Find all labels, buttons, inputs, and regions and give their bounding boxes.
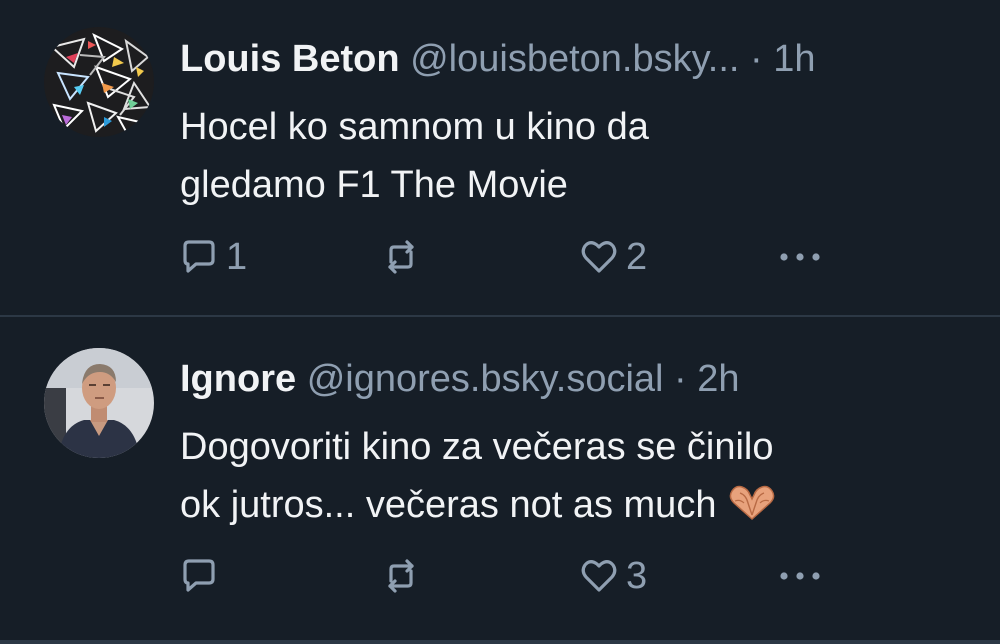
more-options-button[interactable] bbox=[776, 551, 824, 601]
like-count: 2 bbox=[626, 236, 648, 278]
avatar[interactable] bbox=[44, 27, 154, 137]
post[interactable]: Ignore @ignores.bsky.social · 2h Dogovor… bbox=[0, 317, 1000, 640]
handle[interactable]: @ignores.bsky.social bbox=[307, 358, 664, 400]
like-button[interactable]: 2 bbox=[578, 232, 647, 282]
post-text: Dogovoriti kino za večeras se činilo ok … bbox=[180, 418, 970, 538]
separator-dot: · bbox=[674, 358, 687, 400]
post-text: Hocel ko samnom u kino da gledamo F1 The… bbox=[180, 106, 649, 206]
reply-button[interactable] bbox=[178, 551, 226, 601]
reply-button[interactable]: 1 bbox=[178, 232, 247, 282]
heart-icon bbox=[581, 560, 617, 592]
avatar[interactable] bbox=[44, 348, 154, 458]
reply-count: 1 bbox=[226, 236, 248, 278]
repost-button[interactable] bbox=[380, 551, 428, 601]
more-icon bbox=[780, 253, 820, 261]
separator-dot: · bbox=[750, 38, 763, 80]
reply-icon bbox=[183, 240, 215, 273]
like-count: 3 bbox=[626, 555, 648, 597]
post-actions: 1 2 bbox=[0, 232, 1000, 282]
divider bbox=[0, 640, 1000, 644]
display-name[interactable]: Ignore bbox=[180, 358, 296, 400]
post-header: Ignore @ignores.bsky.social · 2h bbox=[180, 354, 740, 404]
more-icon bbox=[780, 572, 820, 580]
reply-icon bbox=[183, 559, 215, 592]
post-actions: 3 bbox=[0, 551, 1000, 601]
post-header: Louis Beton @louisbeton.bsky... · 1h bbox=[180, 34, 816, 84]
abstract-avatar-image bbox=[44, 27, 154, 137]
repost-icon bbox=[388, 240, 414, 274]
display-name[interactable]: Louis Beton bbox=[180, 38, 400, 80]
heart-icon bbox=[581, 241, 617, 273]
post[interactable]: Louis Beton @louisbeton.bsky... · 1h Hoc… bbox=[0, 0, 1000, 316]
post-text-content: Dogovoriti kino za večeras se činilo ok … bbox=[180, 426, 774, 526]
handle[interactable]: @louisbeton.bsky... bbox=[410, 38, 739, 80]
person-avatar-image bbox=[44, 348, 154, 458]
timestamp[interactable]: 2h bbox=[697, 358, 739, 400]
repost-button[interactable] bbox=[380, 232, 428, 282]
more-options-button[interactable] bbox=[776, 232, 824, 282]
like-button[interactable]: 3 bbox=[578, 551, 647, 601]
repost-icon bbox=[388, 559, 414, 593]
heart-hands-emoji-icon bbox=[726, 480, 778, 538]
timestamp[interactable]: 1h bbox=[773, 38, 815, 80]
